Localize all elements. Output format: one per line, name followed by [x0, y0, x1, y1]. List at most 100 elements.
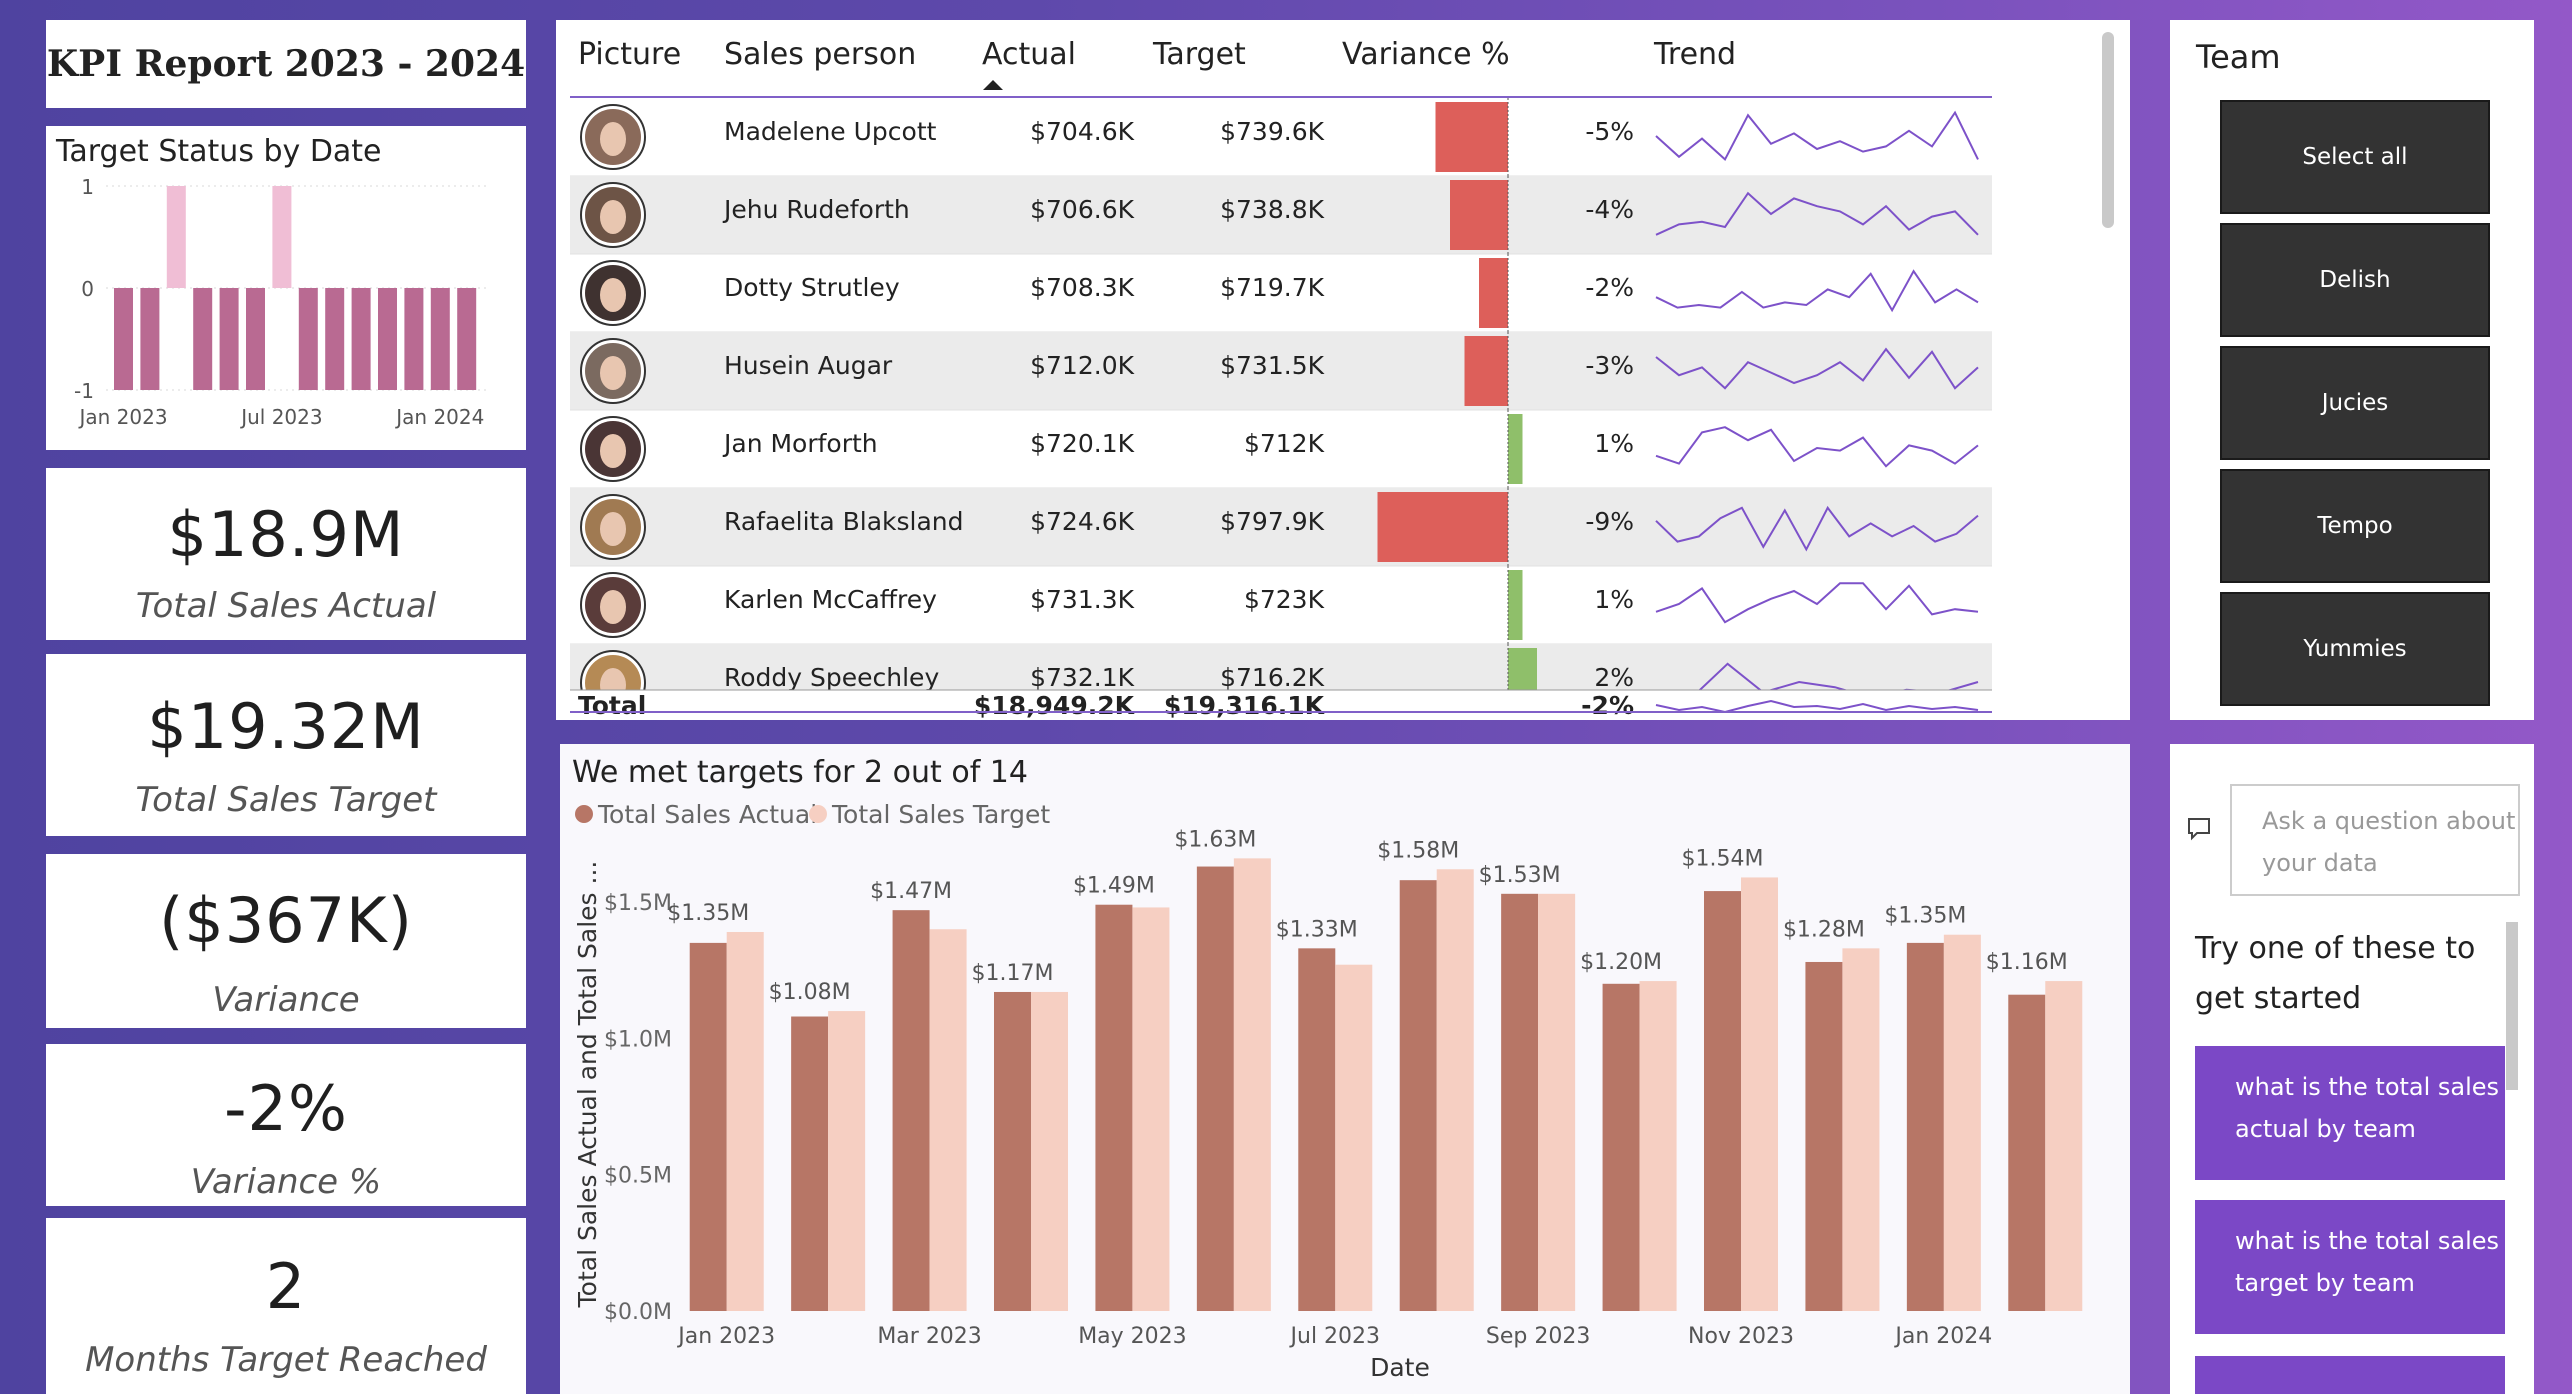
bar-target[interactable]	[726, 931, 764, 1311]
cell-target: $723K	[1244, 585, 1325, 614]
bar-actual[interactable]	[994, 991, 1031, 1311]
cell-target: $797.9K	[1220, 507, 1324, 536]
status-bar[interactable]	[404, 288, 424, 390]
cell-target: $738.8K	[1220, 195, 1324, 224]
avatar-face	[600, 356, 626, 390]
table-header[interactable]: Actual	[982, 37, 1076, 72]
team-option-yummies[interactable]: Yummies	[2220, 592, 2490, 706]
bar-target[interactable]	[1639, 981, 1677, 1311]
status-bar[interactable]	[219, 288, 239, 390]
bar-actual[interactable]	[892, 910, 930, 1311]
bar-target[interactable]	[1031, 991, 1068, 1311]
team-slicer-title: Team	[2196, 38, 2281, 76]
cell-target: $739.6K	[1220, 117, 1324, 146]
cell-actual: $731.3K	[1030, 585, 1134, 614]
bar-target[interactable]	[1943, 934, 1981, 1311]
legend-label[interactable]: Total Sales Actual	[597, 800, 817, 829]
cell-actual: $704.6K	[1030, 117, 1134, 146]
status-bar[interactable]	[378, 288, 397, 390]
sales-chart-card: We met targets for 2 out of 14 Total Sale…	[560, 744, 2130, 1394]
qa-suggestion-3[interactable]	[2195, 1356, 2505, 1394]
status-bar[interactable]	[272, 186, 292, 288]
status-bar[interactable]	[430, 288, 450, 390]
table-header[interactable]: Sales person	[724, 37, 916, 72]
status-bar[interactable]	[457, 288, 477, 390]
bar-actual[interactable]	[2008, 994, 2046, 1311]
table-header[interactable]: Variance %	[1342, 37, 1510, 72]
status-bar[interactable]	[140, 288, 160, 390]
bar-actual[interactable]	[1298, 948, 1336, 1311]
sort-ascending-icon[interactable]	[983, 80, 1003, 90]
table-header[interactable]: Picture	[578, 37, 681, 72]
x-tick-label: Jan 2024	[394, 405, 484, 429]
status-bar[interactable]	[166, 186, 186, 288]
bar-actual[interactable]	[1399, 880, 1437, 1311]
legend-label[interactable]: Total Sales Target	[831, 800, 1050, 829]
team-option-select-all[interactable]: Select all	[2220, 100, 2490, 214]
bar-actual[interactable]	[689, 942, 727, 1311]
cell-actual: $720.1K	[1030, 429, 1134, 458]
qa-question-input[interactable]: Ask a question about your data	[2230, 784, 2520, 896]
qa-scrollbar[interactable]	[2506, 922, 2518, 1090]
bar-actual[interactable]	[791, 1016, 829, 1311]
bar-target[interactable]	[1842, 948, 1880, 1311]
x-tick-label: Mar 2023	[877, 1324, 982, 1349]
cell-variance: 1%	[1594, 429, 1634, 458]
qa-suggestion-2[interactable]: what is the total sales target by team	[2195, 1200, 2505, 1334]
cell-target: $712K	[1244, 429, 1325, 458]
team-option-tempo[interactable]: Tempo	[2220, 469, 2490, 583]
bar-actual[interactable]	[1704, 891, 1741, 1311]
status-bar[interactable]	[351, 288, 371, 390]
qa-card: Ask a question about your data Try one o…	[2170, 744, 2534, 1394]
x-tick-label: May 2023	[1078, 1324, 1186, 1349]
status-bar[interactable]	[193, 288, 213, 390]
total-variance: -2%	[1581, 691, 1634, 720]
status-bar[interactable]	[114, 288, 133, 390]
status-bar[interactable]	[298, 288, 318, 390]
sales-table[interactable]: Picture Sales person Actual Target Variance …	[556, 20, 2130, 720]
x-tick-label: Jul 2023	[1289, 1324, 1381, 1349]
cell-actual: $732.1K	[1030, 663, 1134, 692]
y-tick-label: $0.5M	[604, 1164, 672, 1189]
bar-target[interactable]	[1741, 877, 1778, 1311]
cell-variance: -3%	[1585, 351, 1634, 380]
x-tick-label: Nov 2023	[1688, 1324, 1794, 1349]
cell-sales-person: Jehu Rudeforth	[722, 195, 910, 224]
cell-target: $716.2K	[1220, 663, 1324, 692]
bar-target[interactable]	[828, 1011, 866, 1311]
table-header[interactable]: Target	[1152, 37, 1246, 72]
qa-suggestion-1[interactable]: what is the total sales actual by team	[2195, 1046, 2505, 1180]
status-bar[interactable]	[325, 288, 345, 390]
kpi-value: 2	[265, 1250, 307, 1323]
cell-variance: -4%	[1585, 195, 1634, 224]
cell-target: $731.5K	[1220, 351, 1324, 380]
cell-sales-person: Madelene Upcott	[724, 117, 937, 146]
sales-by-date-chart[interactable]: We met targets for 2 out of 14 Total Sale…	[560, 744, 2130, 1394]
bar-target[interactable]	[929, 929, 967, 1311]
bar-target[interactable]	[1436, 869, 1474, 1311]
bar-target[interactable]	[1335, 964, 1373, 1311]
bar-target[interactable]	[1538, 893, 1576, 1311]
bar-actual[interactable]	[1805, 961, 1843, 1311]
team-option-delish[interactable]: Delish	[2220, 223, 2490, 337]
bar-actual[interactable]	[1906, 942, 1944, 1311]
bar-target[interactable]	[1132, 907, 1170, 1311]
bar-actual[interactable]	[1196, 866, 1234, 1311]
chart-title: We met targets for 2 out of 14	[572, 755, 1028, 790]
bar-data-label: $1.53M	[1479, 863, 1561, 888]
bar-actual[interactable]	[1602, 983, 1640, 1311]
bar-target[interactable]	[1233, 858, 1271, 1311]
table-header[interactable]: Trend	[1653, 37, 1736, 72]
cell-sales-person: Karlen McCaffrey	[724, 585, 937, 614]
kpi-label: Total Sales Target	[135, 780, 437, 820]
table-scrollbar[interactable]	[2102, 32, 2114, 228]
y-tick-label: $1.0M	[604, 1027, 672, 1052]
cell-actual: $712.0K	[1030, 351, 1134, 380]
report-title: KPI Report 2023 - 2024	[46, 43, 526, 85]
team-option-jucies[interactable]: Jucies	[2220, 346, 2490, 460]
bar-actual[interactable]	[1095, 904, 1133, 1311]
bar-target[interactable]	[2045, 981, 2083, 1311]
target-status-chart[interactable]: 1 0 -1Jan 2023 Jul 2023 Jan 2024	[46, 126, 526, 450]
status-bar[interactable]	[246, 288, 265, 390]
bar-actual[interactable]	[1501, 893, 1539, 1311]
